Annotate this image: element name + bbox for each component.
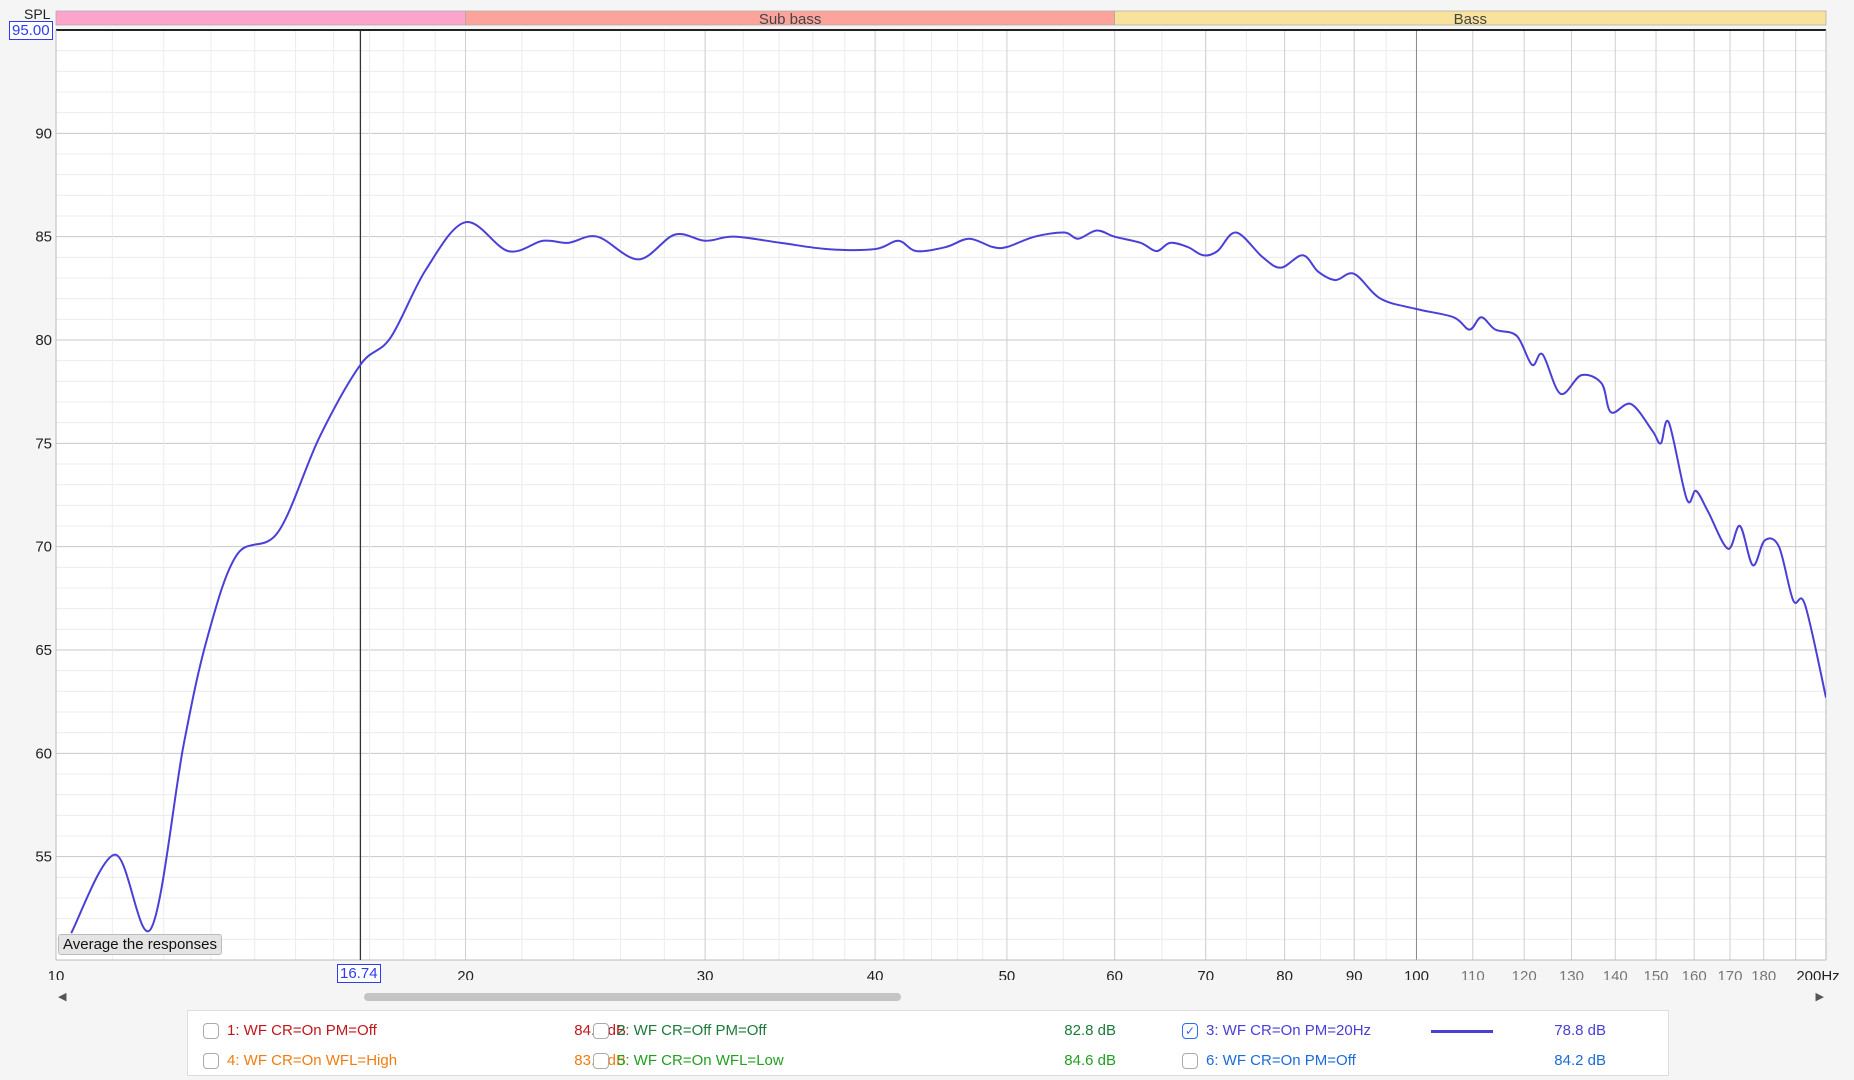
checkbox[interactable] (203, 1052, 219, 1069)
legend-label: 2: WF CR=Off PM=Off (617, 1022, 767, 1039)
y-max-input[interactable]: 95.00 (9, 21, 53, 40)
x-tick-label: 120 (1512, 968, 1537, 980)
x-tick-label: 160 (1682, 968, 1707, 980)
legend-item[interactable]: 2: WF CR=Off PM=Off (593, 1022, 766, 1039)
scroll-left-arrow-icon[interactable]: ◀ (58, 990, 66, 1003)
x-tick-label: 130 (1559, 968, 1584, 980)
band-0 (55, 10, 466, 26)
x-tick-label: 170 (1717, 968, 1742, 980)
checkbox[interactable] (203, 1022, 219, 1039)
checkbox[interactable] (593, 1022, 609, 1039)
y-tick-label: 60 (35, 745, 52, 762)
scrollbar-thumb[interactable] (364, 993, 901, 1001)
y-tick-label: 90 (35, 125, 52, 142)
y-tick-label: 75 (35, 435, 52, 452)
legend-item[interactable]: 5: WF CR=On WFL=Low (593, 1052, 784, 1069)
scroll-right-arrow-icon[interactable]: ▶ (1816, 990, 1824, 1003)
checkbox[interactable] (593, 1052, 609, 1069)
y-tick-label: 85 (35, 229, 52, 246)
x-tick-label: 150 (1644, 968, 1669, 980)
x-tick-label: 140 (1603, 968, 1628, 980)
legend-value: 78.8 dB (1554, 1022, 1606, 1039)
cursor-frequency-readout: 16.74 (337, 964, 381, 983)
y-tick-label: 55 (35, 849, 52, 866)
legend-item[interactable]: ✓ 3: WF CR=On PM=20Hz (1182, 1022, 1371, 1039)
checkbox-checked[interactable]: ✓ (1182, 1022, 1198, 1039)
x-tick-label: 30 (697, 968, 714, 980)
legend-value: 82.8 dB (1064, 1022, 1116, 1039)
x-tick-label: 200Hz (1796, 968, 1839, 980)
legend-item[interactable]: 1: WF CR=On PM=Off (203, 1022, 377, 1039)
legend-value: 84.2 dB (1554, 1052, 1606, 1069)
band-label: Sub bass (759, 11, 822, 28)
legend-item[interactable]: 4: WF CR=On WFL=High (203, 1052, 397, 1069)
frequency-response-chart[interactable]: Sub bass Bass 55 60 65 70 75 80 85 90 10 20 30 40 50 60… (0, 0, 1854, 980)
x-tick-label: 80 (1276, 968, 1293, 980)
x-tick-label: 90 (1346, 968, 1363, 980)
x-tick-label: 70 (1197, 968, 1214, 980)
legend-value: 84.6 dB (1064, 1052, 1116, 1069)
x-tick-label: 10 (48, 968, 65, 980)
legend-label: 1: WF CR=On PM=Off (227, 1022, 377, 1039)
band-label: Bass (1454, 11, 1487, 28)
y-tick-label: 80 (35, 332, 52, 349)
legend-label: 5: WF CR=On WFL=Low (617, 1052, 784, 1069)
checkbox[interactable] (1182, 1052, 1198, 1069)
legend-line-swatch (1431, 1030, 1493, 1033)
legend-label: 3: WF CR=On PM=20Hz (1206, 1022, 1372, 1039)
x-tick-label: 50 (999, 968, 1016, 980)
legend-panel: 1: WF CR=On PM=Off 84.6 dB 2: WF CR=Off PM… (187, 1010, 1669, 1076)
plot-area (56, 30, 1826, 960)
legend-label: 4: WF CR=On WFL=High (227, 1052, 398, 1069)
legend-label: 6: WF CR=On PM=Off (1206, 1052, 1356, 1069)
horizontal-scrollbar[interactable]: ◀ ▶ (56, 990, 1826, 1004)
x-tick-label: 100 (1404, 968, 1429, 980)
x-tick-label: 110 (1461, 968, 1485, 980)
average-responses-button[interactable]: Average the responses (58, 934, 222, 955)
x-tick-label: 180 (1751, 968, 1776, 980)
y-tick-label: 65 (35, 642, 52, 659)
y-axis-label: SPL (24, 6, 51, 22)
y-tick-label: 70 (35, 539, 52, 556)
x-tick-label: 20 (457, 968, 474, 980)
legend-item[interactable]: 6: WF CR=On PM=Off (1182, 1052, 1356, 1069)
x-tick-label: 60 (1106, 968, 1123, 980)
x-tick-label: 40 (867, 968, 884, 980)
